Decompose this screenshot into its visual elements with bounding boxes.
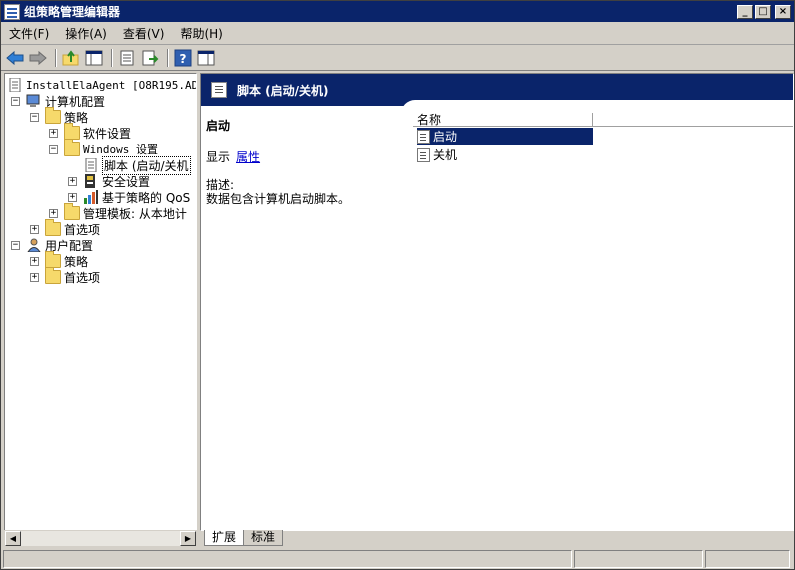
folder-icon: [45, 251, 61, 268]
expand-icon[interactable]: +: [49, 208, 58, 218]
details-pane: 脚本 (启动/关机) 启动 显示 属性 描述: 数据包含计算机启动脚本。 名称 启…: [200, 73, 794, 531]
gpo-editor-window: 组策略管理编辑器 _ □ × 文件(F) 操作(A) 查看(V) 帮助(H) ?…: [0, 0, 795, 570]
tree-root[interactable]: InstallElaAgent [O8R195.ADMA: [7, 77, 197, 93]
minimize-button[interactable]: _: [737, 4, 753, 19]
script-icon: [83, 157, 99, 173]
tree-software-settings-label: 软件设置: [83, 126, 132, 141]
expand-icon[interactable]: +: [30, 256, 39, 266]
computer-icon: [26, 94, 42, 108]
script-icon: [211, 82, 227, 98]
folder-open-icon: [64, 139, 80, 156]
list-item-label: 关机: [433, 148, 458, 162]
back-arrow-icon[interactable]: [5, 48, 25, 68]
user-icon: [26, 238, 42, 253]
close-button[interactable]: ×: [775, 4, 791, 19]
action-pane-icon[interactable]: [196, 48, 216, 68]
expand-icon[interactable]: +: [49, 128, 58, 138]
console-tree: InstallElaAgent [O8R195.ADMA − 计算机配置 − 策…: [4, 73, 197, 531]
column-header-name[interactable]: 名称: [413, 113, 593, 127]
tree-security-settings[interactable]: + 安全设置: [68, 173, 150, 189]
toolbar: ?: [1, 46, 794, 71]
show-label: 显示: [206, 150, 231, 164]
tree-preferences[interactable]: + 首选项: [30, 219, 101, 237]
tree-user-preferences-label: 首选项: [64, 270, 101, 285]
folder-icon: [45, 107, 61, 124]
list-item-startup[interactable]: 启动: [417, 128, 593, 145]
scroll-right-icon[interactable]: ▶: [180, 531, 196, 546]
folder-icon: [64, 203, 80, 220]
up-folder-icon[interactable]: [61, 48, 81, 68]
scroll-left-icon[interactable]: ◀: [5, 531, 21, 546]
list-header: 名称: [413, 113, 793, 127]
forward-arrow-icon[interactable]: [28, 48, 48, 68]
tree-user-preferences[interactable]: + 首选项: [30, 267, 101, 285]
collapse-icon[interactable]: −: [11, 96, 20, 106]
folder-icon: [64, 123, 80, 140]
export-list-icon[interactable]: [140, 48, 160, 68]
tab-extended[interactable]: 扩展: [204, 530, 245, 546]
status-cell: [573, 550, 704, 568]
script-icon: [417, 147, 430, 162]
tree-scripts[interactable]: 脚本 (启动/关机: [83, 155, 191, 175]
tree-qos-label: 基于策略的 QoS: [102, 190, 191, 205]
toolbar-separator: [167, 49, 169, 67]
tab-standard[interactable]: 标准: [243, 530, 284, 546]
tree-security-settings-label: 安全设置: [102, 174, 151, 189]
show-hide-tree-icon[interactable]: [84, 48, 104, 68]
security-icon: [83, 174, 99, 188]
collapse-icon[interactable]: −: [49, 144, 58, 154]
status-cell: [705, 550, 790, 568]
tree-admin-templates-label: 管理模板: 从本地计: [83, 206, 187, 221]
tree-user-policies[interactable]: + 策略: [30, 251, 89, 269]
expand-icon[interactable]: +: [30, 224, 39, 234]
help-icon[interactable]: ?: [173, 48, 193, 68]
script-icon: [417, 129, 430, 144]
expand-icon[interactable]: +: [30, 272, 39, 282]
show-properties-row: 显示 属性: [206, 148, 260, 165]
menu-help[interactable]: 帮助(H): [172, 24, 230, 44]
tree-computer-config-label: 计算机配置: [45, 94, 106, 109]
status-cell: [3, 550, 572, 568]
tree-horizontal-scrollbar[interactable]: ◀ ▶: [4, 530, 197, 547]
expand-icon[interactable]: +: [68, 192, 77, 202]
toolbar-separator: [111, 49, 113, 67]
collapse-icon[interactable]: −: [11, 240, 20, 250]
menu-file[interactable]: 文件(F): [1, 24, 57, 44]
toolbar-separator: [55, 49, 57, 67]
tree-preferences-label: 首选项: [64, 222, 101, 237]
details-header-title: 脚本 (启动/关机): [237, 83, 329, 98]
gpo-document-icon: [7, 77, 23, 93]
list-item-label: 启动: [433, 130, 458, 144]
title-bar: 组策略管理编辑器 _ □ ×: [1, 1, 794, 22]
selected-item-title: 启动: [206, 119, 231, 133]
expand-icon[interactable]: +: [68, 176, 77, 186]
tree-root-label: InstallElaAgent [O8R195.ADMA: [26, 78, 197, 92]
tree-computer-config[interactable]: − 计算机配置: [11, 93, 105, 109]
bar-chart-icon: [83, 190, 99, 204]
view-tabs: 扩展 标准: [200, 530, 794, 547]
properties-icon[interactable]: [117, 48, 137, 68]
properties-link[interactable]: 属性: [236, 150, 260, 164]
tree-admin-templates[interactable]: + 管理模板: 从本地计: [49, 203, 187, 221]
svg-text:?: ?: [180, 52, 187, 66]
status-bar: [1, 549, 794, 569]
menu-bar: 文件(F) 操作(A) 查看(V) 帮助(H): [1, 23, 794, 45]
folder-icon: [45, 267, 61, 284]
window-title: 组策略管理编辑器: [24, 5, 121, 19]
maximize-button[interactable]: □: [755, 4, 771, 19]
tree-qos[interactable]: + 基于策略的 QoS: [68, 189, 190, 205]
tree-user-policies-label: 策略: [64, 254, 89, 269]
folder-icon: [45, 219, 61, 236]
collapse-icon[interactable]: −: [30, 112, 39, 122]
app-icon: [4, 3, 20, 20]
description-text: 数据包含计算机启动脚本。: [206, 192, 351, 206]
tree-software-settings[interactable]: + 软件设置: [49, 123, 132, 141]
menu-view[interactable]: 查看(V): [115, 24, 173, 44]
menu-action[interactable]: 操作(A): [57, 24, 115, 44]
tree-policies[interactable]: − 策略: [30, 107, 88, 125]
list-item-shutdown[interactable]: 关机: [417, 146, 457, 163]
